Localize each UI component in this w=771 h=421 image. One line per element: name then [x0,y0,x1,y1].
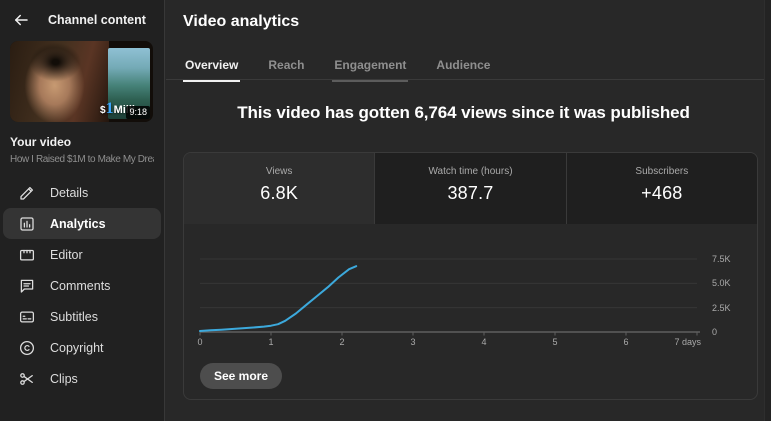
metric-cards: Views 6.8K Watch time (hours) 387.7 Subscrib… [184,153,757,224]
x-axis-tick-label: 2 [339,337,345,347]
youtube-studio-analytics-page: Channel content $1Milli 9:18 Your video … [0,0,771,421]
y-axis-tick-label: 7.5K [712,254,731,264]
main-content: Video analytics Overview Reach Engagement A… [166,0,771,421]
duration-badge: 9:18 [126,106,150,119]
scrollbar-track[interactable] [764,0,771,421]
sidebar: Channel content $1Milli 9:18 Your video … [0,0,165,421]
sidebar-item-label: Details [50,185,89,200]
x-axis-tick-label: 7 days [674,337,701,347]
sidebar-item-copyright[interactable]: Copyright [3,332,161,363]
metric-card-views[interactable]: Views 6.8K [184,153,375,224]
editor-icon [18,246,36,264]
views-headline: This video has gotten 6,764 views since … [237,103,690,122]
sidebar-item-label: Clips [50,371,78,386]
sidebar-menu: Details Analytics Editor Comments Subtitles C… [0,177,164,394]
metric-value: 387.7 [447,183,494,203]
copyright-icon [18,339,36,357]
tab-reach[interactable]: Reach [266,54,306,86]
sidebar-header: Channel content [0,0,164,40]
clips-icon [18,370,36,388]
metric-label: Views [265,166,293,177]
see-more-button[interactable]: See more [200,363,283,389]
sidebar-item-label: Analytics [50,216,106,231]
sidebar-item-label: Subtitles [50,309,98,324]
tab-audience[interactable]: Audience [434,54,492,86]
x-axis-tick-label: 4 [481,337,487,347]
subtitles-icon [18,308,36,326]
sidebar-item-comments[interactable]: Comments [3,270,161,301]
analytics-panel: Views 6.8K Watch time (hours) 387.7 Subscrib… [183,152,758,400]
x-axis-tick-label: 1 [268,337,274,347]
tabs-divider [166,79,771,80]
sidebar-title: Channel content [48,13,146,27]
analytics-icon [18,215,36,233]
y-axis-tick-label: 0 [712,327,718,337]
y-axis-tick-label: 2.5K [712,302,731,313]
thumbnail-photo [10,41,109,122]
y-axis-tick-label: 5.0K [712,278,731,289]
sidebar-item-label: Comments [50,278,111,293]
metric-label: Watch time (hours) [428,166,513,177]
video-thumbnail[interactable]: $1Milli 9:18 [10,41,153,122]
tab-engagement[interactable]: Engagement [332,54,409,86]
sidebar-item-label: Editor [50,247,83,262]
video-title: How I Raised $1M to Make My Drea... [10,154,154,165]
page-title: Video analytics [183,13,300,30]
metric-label: Subscribers [635,166,689,177]
back-arrow-icon[interactable] [12,11,30,29]
sidebar-item-details[interactable]: Details [3,177,161,208]
metric-value: 6.8K [260,183,299,203]
x-axis-tick-label: 6 [623,337,629,347]
your-video-label: Your video [10,135,72,149]
x-axis-tick-label: 0 [197,337,203,347]
pencil-icon [18,184,36,202]
metric-card-subscribers[interactable]: Subscribers +468 [565,153,757,224]
tab-overview[interactable]: Overview [183,54,241,86]
sidebar-item-label: Copyright [50,340,104,355]
sidebar-item-clips[interactable]: Clips [3,363,161,394]
analytics-tabs: Overview Reach Engagement Audience [183,54,492,86]
x-axis-tick-label: 3 [410,337,416,347]
sidebar-item-subtitles[interactable]: Subtitles [3,301,161,332]
x-axis-tick-label: 5 [552,337,558,347]
sidebar-item-editor[interactable]: Editor [3,239,161,270]
views-line-series [199,265,358,332]
sidebar-item-analytics[interactable]: Analytics [3,208,161,239]
comments-icon [18,277,36,295]
metric-value: +468 [641,183,683,203]
metric-card-watch-time-hours[interactable]: Watch time (hours) 387.7 [374,153,566,224]
